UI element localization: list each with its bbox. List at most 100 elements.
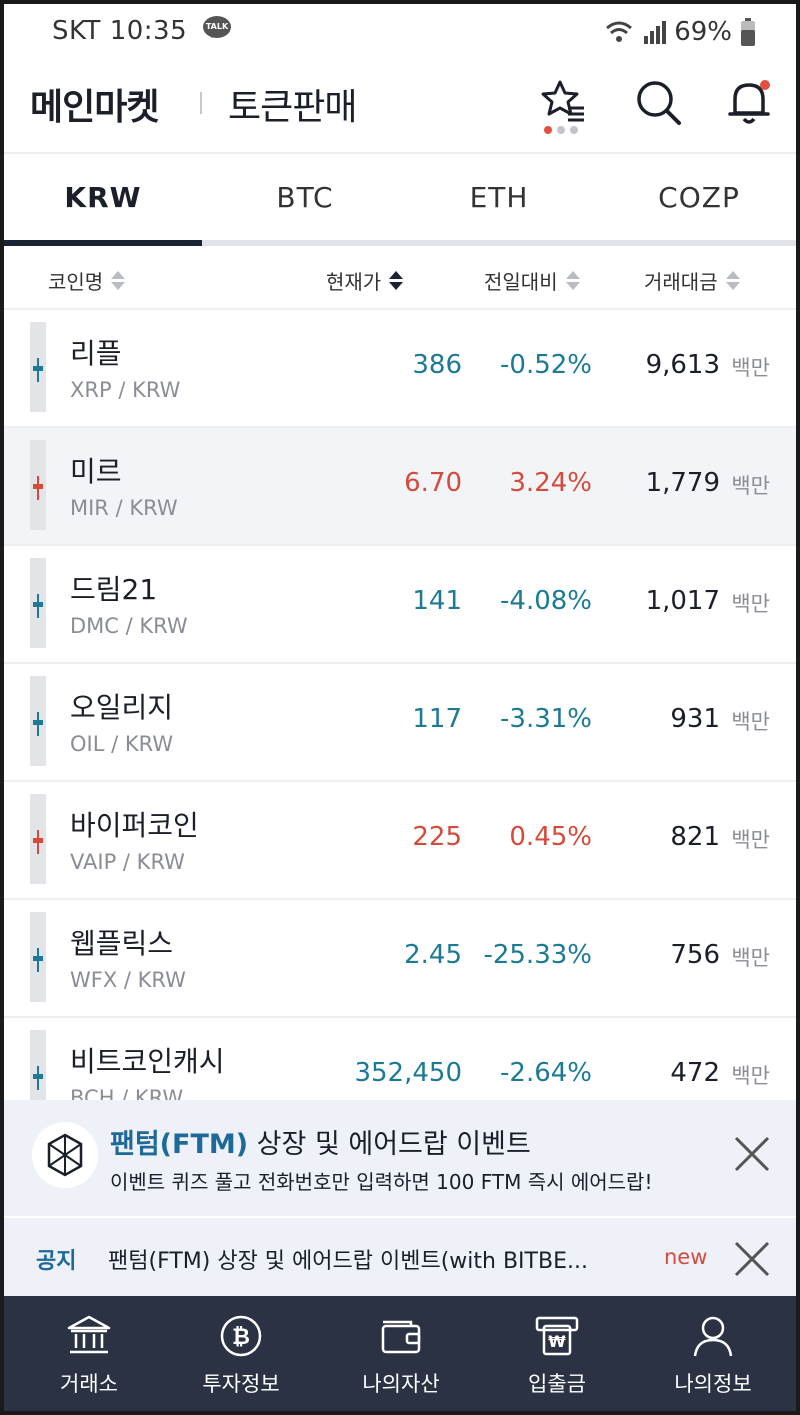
coin-price: 141 bbox=[412, 586, 462, 616]
notifications-button[interactable] bbox=[722, 74, 778, 130]
search-button[interactable] bbox=[630, 74, 686, 130]
coin-name: 리플 bbox=[70, 337, 122, 370]
coin-name: 웹플릭스 bbox=[70, 927, 174, 960]
nav-my-assets[interactable]: 나의자산 bbox=[322, 1296, 480, 1411]
coin-price: 2.45 bbox=[404, 940, 462, 970]
bitcoin-icon: ₿ bbox=[220, 1315, 262, 1357]
nav-exchange[interactable]: 거래소 bbox=[10, 1296, 168, 1411]
coin-name: 비트코인캐시 bbox=[70, 1045, 225, 1078]
battery-icon bbox=[741, 18, 755, 46]
carrier: SKT bbox=[52, 16, 101, 46]
banner-subtitle: 이벤트 퀴즈 풀고 전화번호만 입력하면 100 FTM 즉시 에어드랍! bbox=[110, 1170, 653, 1194]
new-badge: new bbox=[664, 1245, 708, 1269]
coin-name: 바이퍼코인 bbox=[70, 809, 199, 842]
candle-icon bbox=[30, 912, 46, 1002]
volume-unit: 백만 bbox=[731, 592, 770, 616]
won-deposit-icon: ₩ bbox=[535, 1316, 579, 1356]
coin-volume: 931 bbox=[670, 704, 720, 734]
table-row[interactable]: 바이퍼코인 VAIP / KRW 225 0.45% 821 백만 bbox=[4, 782, 796, 900]
banner-title-highlight: 팬텀(FTM) bbox=[110, 1129, 249, 1160]
coin-change: -25.33% bbox=[483, 940, 592, 970]
coin-change: -0.52% bbox=[500, 350, 592, 380]
coin-pair: DMC / KRW bbox=[70, 614, 188, 638]
table-row[interactable]: 오일리지 OIL / KRW 117 -3.31% 931 백만 bbox=[4, 664, 796, 782]
coin-volume: 1,017 bbox=[645, 586, 720, 616]
bell-icon bbox=[728, 80, 770, 124]
volume-unit: 백만 bbox=[731, 1064, 770, 1088]
signal-icon bbox=[644, 21, 667, 44]
token-sale-link[interactable]: 토큰판매 bbox=[228, 78, 357, 130]
banner-title-rest: 상장 및 에어드랍 이벤트 bbox=[248, 1129, 531, 1160]
sort-by-volume[interactable]: 거래대금 bbox=[644, 266, 740, 295]
sort-arrows-icon bbox=[389, 271, 404, 290]
coin-change: -2.64% bbox=[500, 1058, 592, 1088]
nav-label: 나의정보 bbox=[674, 1372, 752, 1396]
column-volume-label: 거래대금 bbox=[644, 270, 718, 294]
coin-pair: WFX / KRW bbox=[70, 968, 186, 992]
candle-icon bbox=[30, 558, 46, 648]
nav-deposit-withdraw[interactable]: ₩ 입출금 bbox=[478, 1296, 636, 1411]
app-header: 메인마켓 토큰판매 bbox=[4, 58, 796, 154]
tab-cozp[interactable]: COZP bbox=[600, 154, 796, 242]
kakaotalk-icon: TALK bbox=[203, 16, 231, 38]
candle-icon bbox=[30, 794, 46, 884]
table-row[interactable]: 웹플릭스 WFX / KRW 2.45 -25.33% 756 백만 bbox=[4, 900, 796, 1018]
wifi-icon bbox=[606, 21, 633, 42]
candle-icon bbox=[30, 676, 46, 766]
coin-price: 117 bbox=[412, 704, 462, 734]
volume-unit: 백만 bbox=[731, 474, 770, 498]
coin-volume: 821 bbox=[670, 822, 720, 852]
notice-text: 팬텀(FTM) 상장 및 에어드랍 이벤트(with BITBE... bbox=[108, 1249, 588, 1274]
coin-change: -3.31% bbox=[500, 704, 592, 734]
banner-title: 팬텀(FTM) 상장 및 에어드랍 이벤트 bbox=[110, 1122, 531, 1161]
tab-eth[interactable]: ETH bbox=[400, 154, 598, 242]
table-row[interactable]: 드림21 DMC / KRW 141 -4.08% 1,017 백만 bbox=[4, 546, 796, 664]
search-icon bbox=[637, 81, 681, 125]
close-banner-button[interactable] bbox=[732, 1134, 772, 1174]
sort-by-price[interactable]: 현재가 bbox=[326, 266, 404, 295]
sort-arrows-icon bbox=[725, 271, 740, 290]
coin-name: 오일리지 bbox=[70, 691, 174, 724]
coin-price: 352,450 bbox=[354, 1058, 462, 1088]
sort-by-name[interactable]: 코인명 bbox=[48, 266, 126, 295]
user-icon bbox=[693, 1316, 733, 1357]
nav-label: 나의자산 bbox=[362, 1372, 440, 1396]
coin-volume: 756 bbox=[670, 940, 720, 970]
nav-label: 투자정보 bbox=[202, 1372, 280, 1396]
status-right: 69% bbox=[604, 16, 756, 48]
sort-arrows-icon bbox=[565, 271, 580, 290]
main-market-title[interactable]: 메인마켓 bbox=[30, 78, 159, 130]
nav-investment-info[interactable]: ₿ 투자정보 bbox=[162, 1296, 320, 1411]
sort-arrows-icon bbox=[111, 271, 126, 290]
table-row[interactable]: 미르 MIR / KRW 6.70 3.24% 1,779 백만 bbox=[4, 428, 796, 546]
battery-percent: 69% bbox=[674, 17, 732, 47]
volume-unit: 백만 bbox=[731, 710, 770, 734]
bank-icon bbox=[67, 1315, 111, 1354]
coin-price: 386 bbox=[412, 350, 462, 380]
bottom-nav: 거래소 ₿ 투자정보 나의자산 ₩ 입출금 나의정보 bbox=[4, 1296, 796, 1411]
notice-bar[interactable]: 공지 팬텀(FTM) 상장 및 에어드랍 이벤트(with BITBE... n… bbox=[4, 1218, 796, 1300]
coin-change: 0.45% bbox=[509, 822, 592, 852]
sort-by-change[interactable]: 전일대비 bbox=[484, 266, 580, 295]
status-carrier-time: SKT 10:35 bbox=[52, 16, 187, 46]
candle-icon bbox=[30, 440, 46, 530]
market-tabs: KRW BTC ETH COZP bbox=[4, 154, 796, 246]
table-row[interactable]: 리플 XRP / KRW 386 -0.52% 9,613 백만 bbox=[4, 310, 796, 428]
clock: 10:35 bbox=[109, 16, 188, 46]
tab-btc[interactable]: BTC bbox=[206, 154, 404, 242]
close-notice-button[interactable] bbox=[732, 1239, 772, 1279]
tab-krw[interactable]: KRW bbox=[4, 154, 202, 242]
favorites-button[interactable] bbox=[534, 74, 590, 130]
svg-text:₿: ₿ bbox=[232, 1325, 250, 1350]
coin-volume: 472 bbox=[670, 1058, 720, 1088]
coin-change: 3.24% bbox=[509, 468, 592, 498]
volume-unit: 백만 bbox=[731, 828, 770, 852]
coin-name: 미르 bbox=[70, 455, 122, 488]
status-bar: SKT 10:35 TALK 69% bbox=[4, 4, 796, 58]
event-banner[interactable]: 팬텀(FTM) 상장 및 에어드랍 이벤트 이벤트 퀴즈 풀고 전화번호만 입력… bbox=[4, 1100, 796, 1218]
coin-change: -4.08% bbox=[500, 586, 592, 616]
nav-my-info[interactable]: 나의정보 bbox=[634, 1296, 792, 1411]
app-screen: SKT 10:35 TALK 69% 메인마켓 토큰판매 KRW BTC ETH… bbox=[4, 4, 796, 1411]
volume-unit: 백만 bbox=[731, 356, 770, 380]
coin-name: 드림21 bbox=[70, 573, 158, 606]
